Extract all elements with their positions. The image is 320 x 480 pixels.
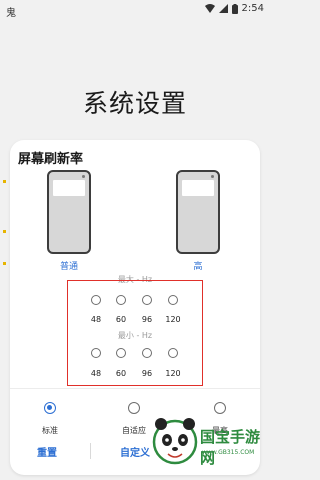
status-bar: 鬼 2:54 bbox=[0, 0, 270, 20]
status-time: 2:54 bbox=[241, 3, 264, 14]
background-mark bbox=[3, 230, 6, 233]
normal-preview-label[interactable]: 普通 bbox=[39, 259, 99, 272]
high-preview-label[interactable]: 高 bbox=[168, 259, 228, 272]
watermark-brand: 国宝手游网 bbox=[200, 428, 261, 467]
preview-dot bbox=[82, 175, 85, 178]
preview-card bbox=[53, 180, 85, 196]
wifi-icon bbox=[204, 4, 215, 13]
preview-card bbox=[182, 180, 214, 196]
max-hz-radio-120[interactable] bbox=[168, 295, 178, 305]
max-hz-value: 48 bbox=[90, 315, 102, 324]
preview-dot bbox=[211, 175, 214, 178]
mode-radio-adaptive[interactable] bbox=[128, 402, 140, 414]
status-icons: 2:54 bbox=[204, 3, 264, 14]
dialog-title: 屏幕刷新率 bbox=[18, 152, 84, 167]
battery-icon bbox=[231, 3, 238, 14]
min-hz-radio-120[interactable] bbox=[168, 348, 178, 358]
mode-radio-standard[interactable] bbox=[44, 402, 56, 414]
min-hz-value: 96 bbox=[141, 369, 153, 378]
max-hz-value: 96 bbox=[141, 315, 153, 324]
watermark: 国宝手游网 www.GB315.COM bbox=[150, 406, 270, 480]
min-hz-radio-48[interactable] bbox=[91, 348, 101, 358]
screen: 鬼 2:54 系统设置 屏幕刷新率 普通 高 最大 - Hz 48 60 96 … bbox=[0, 0, 270, 480]
max-hz-radio-60[interactable] bbox=[116, 295, 126, 305]
reset-button[interactable]: 重置 bbox=[37, 444, 57, 459]
min-hz-radio-60[interactable] bbox=[116, 348, 126, 358]
divider bbox=[10, 388, 260, 389]
normal-preview-phone[interactable] bbox=[47, 170, 91, 254]
background-mark bbox=[3, 262, 6, 265]
watermark-url: www.GB315.COM bbox=[202, 449, 255, 456]
custom-button[interactable]: 自定义 bbox=[120, 444, 150, 459]
high-preview-phone[interactable] bbox=[176, 170, 220, 254]
button-separator bbox=[90, 443, 91, 459]
min-hz-label: 最小 - Hz bbox=[117, 331, 153, 340]
max-hz-value: 120 bbox=[165, 315, 181, 324]
mode-label-adaptive: 自适应 bbox=[122, 426, 146, 435]
mode-label-standard: 标准 bbox=[42, 426, 58, 435]
max-hz-radio-96[interactable] bbox=[142, 295, 152, 305]
signal-icon bbox=[218, 4, 228, 13]
notification-icon: 鬼 bbox=[6, 8, 16, 19]
max-hz-value: 60 bbox=[115, 315, 127, 324]
min-hz-value: 120 bbox=[165, 369, 181, 378]
min-hz-radio-96[interactable] bbox=[142, 348, 152, 358]
min-hz-value: 48 bbox=[90, 369, 102, 378]
panda-logo-icon bbox=[152, 418, 198, 465]
max-hz-radio-48[interactable] bbox=[91, 295, 101, 305]
background-mark bbox=[3, 180, 6, 183]
page-title: 系统设置 bbox=[82, 89, 187, 118]
min-hz-value: 60 bbox=[115, 369, 127, 378]
